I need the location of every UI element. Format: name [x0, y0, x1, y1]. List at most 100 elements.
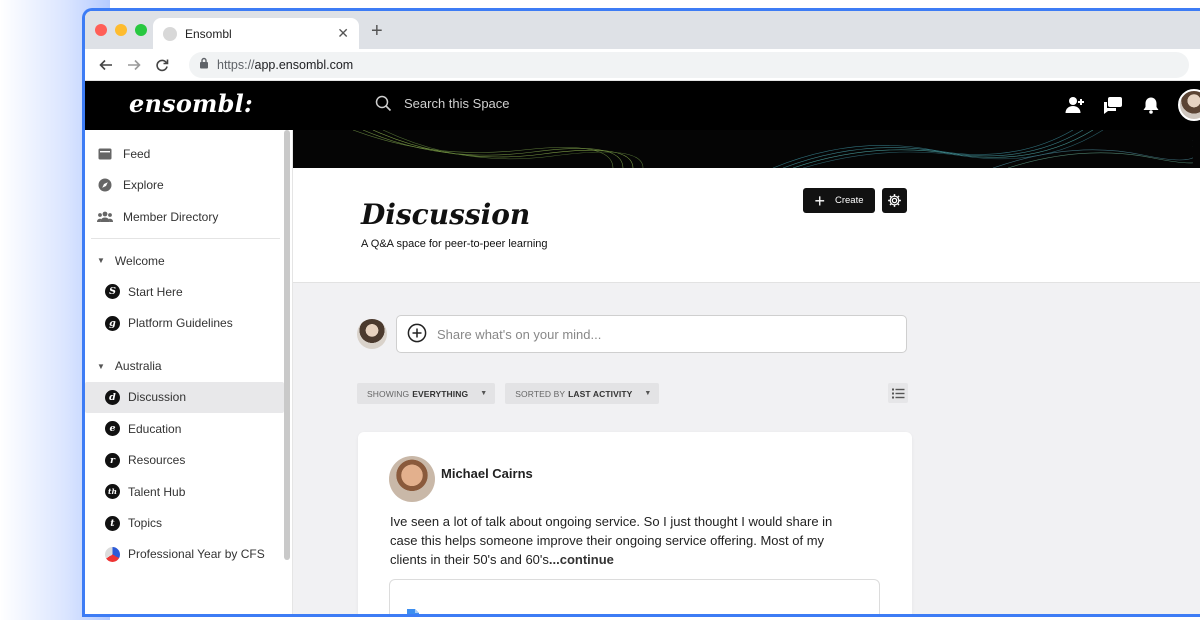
- showing-filter-dropdown[interactable]: SHOWING EVERYTHING ▼: [357, 383, 496, 404]
- file-icon: [406, 608, 420, 614]
- post-author-name[interactable]: Michael Cairns: [441, 466, 533, 481]
- add-user-icon[interactable]: [1064, 94, 1086, 116]
- space-badge-icon: d: [105, 389, 120, 405]
- sidebar-item-label: Member Directory: [123, 209, 219, 224]
- address-bar: https:// app.ensombl.com: [85, 49, 1200, 81]
- composer-input[interactable]: Share what's on your mind...: [396, 315, 907, 353]
- search-bar[interactable]: Search this Space: [375, 95, 510, 112]
- sidebar-section-australia[interactable]: ▼ Australia: [85, 351, 292, 382]
- sidebar-item-label: Talent Hub: [128, 484, 186, 499]
- close-window-button[interactable]: [95, 24, 107, 36]
- sidebar-item-start-here[interactable]: S Start Here: [85, 276, 292, 307]
- settings-button[interactable]: [882, 188, 907, 213]
- sidebar-item-education[interactable]: e Education: [85, 413, 292, 444]
- continue-link[interactable]: ...continue: [549, 552, 614, 567]
- sidebar-item-resources[interactable]: r Resources: [85, 445, 292, 476]
- notifications-bell-icon[interactable]: [1140, 94, 1162, 116]
- plus-icon: +: [814, 190, 825, 211]
- page-title: Discussion: [361, 198, 531, 231]
- post-body: Ive seen a lot of talk about ongoing ser…: [390, 512, 860, 569]
- url-host: app.ensombl.com: [254, 57, 354, 72]
- reload-icon[interactable]: [151, 54, 173, 76]
- compass-icon: [97, 177, 113, 193]
- favicon-icon: [163, 26, 177, 41]
- create-button[interactable]: + Create: [803, 188, 875, 213]
- members-icon: [97, 209, 113, 225]
- maximize-window-button[interactable]: [135, 24, 147, 36]
- new-tab-icon[interactable]: +: [371, 21, 383, 41]
- post-attachment[interactable]: [389, 579, 880, 614]
- sidebar-item-talent-hub[interactable]: th Talent Hub: [85, 476, 292, 507]
- space-badge-icon: e: [105, 421, 120, 437]
- minimize-window-button[interactable]: [115, 24, 127, 36]
- browser-tab[interactable]: Ensombl ✕: [153, 18, 359, 49]
- sort-dropdown[interactable]: SORTED BY LAST ACTIVITY ▼: [505, 383, 660, 404]
- post-card[interactable]: Michael Cairns Ive seen a lot of talk ab…: [358, 432, 912, 614]
- sidebar-item-label: Education: [128, 421, 182, 436]
- messages-icon[interactable]: [1102, 94, 1124, 116]
- tab-close-icon[interactable]: ✕: [337, 25, 349, 42]
- space-banner: [293, 130, 1200, 168]
- sidebar-item-platform-guidelines[interactable]: g Platform Guidelines: [85, 307, 292, 338]
- browser-window: Ensombl ✕ + https:// app.ensombl.com ens…: [82, 8, 1200, 617]
- sidebar-item-member-directory[interactable]: Member Directory: [85, 201, 292, 232]
- caret-down-icon: ▼: [97, 361, 105, 371]
- sidebar-item-professional-year[interactable]: Professional Year by CFS: [85, 539, 292, 570]
- sidebar-divider: [91, 238, 280, 239]
- add-circle-icon: [407, 323, 427, 346]
- user-avatar[interactable]: [1178, 89, 1200, 121]
- url-field[interactable]: https:// app.ensombl.com: [189, 51, 1189, 78]
- sidebar-item-label: Explore: [123, 178, 164, 192]
- filter-prefix: SHOWING: [367, 388, 410, 399]
- caret-down-icon: ▼: [644, 390, 652, 397]
- composer-placeholder: Share what's on your mind...: [437, 326, 602, 342]
- header-actions: [1064, 89, 1200, 121]
- tab-title: Ensombl: [185, 26, 232, 41]
- back-arrow-icon[interactable]: [95, 54, 117, 76]
- section-title: Welcome: [114, 253, 165, 268]
- search-placeholder: Search this Space: [404, 96, 510, 111]
- sidebar-item-label: Topics: [128, 516, 163, 531]
- sidebar: Feed Explore Member Directory ▼ Welcome: [85, 130, 293, 614]
- sidebar-item-label: Resources: [128, 453, 186, 468]
- space-badge-icon: t: [105, 515, 120, 531]
- caret-down-icon: ▼: [480, 390, 488, 397]
- sidebar-item-label: Feed: [123, 146, 151, 161]
- gear-icon: [888, 194, 901, 207]
- filter-value: LAST ACTIVITY: [568, 388, 633, 399]
- sidebar-scrollbar[interactable]: [284, 130, 290, 560]
- space-badge-icon: g: [105, 315, 120, 331]
- post-author-avatar[interactable]: [389, 456, 435, 502]
- section-title: Australia: [114, 359, 162, 374]
- filter-value: EVERYTHING: [412, 388, 469, 399]
- sidebar-item-explore[interactable]: Explore: [85, 170, 292, 201]
- page-subtitle: A Q&A space for peer-to-peer learning: [361, 238, 548, 250]
- sidebar-item-topics[interactable]: t Topics: [85, 507, 292, 538]
- filter-bar: SHOWING EVERYTHING ▼ SORTED BY LAST ACTI…: [357, 383, 660, 404]
- feed-icon: [97, 146, 113, 162]
- sidebar-item-label: Professional Year by CFS: [128, 547, 265, 562]
- sidebar-item-discussion[interactable]: d Discussion: [85, 381, 284, 414]
- cfs-logo-icon: [105, 546, 120, 562]
- main-content: Discussion A Q&A space for peer-to-peer …: [293, 130, 1200, 614]
- forward-arrow-icon[interactable]: [123, 54, 145, 76]
- sidebar-section-welcome[interactable]: ▼ Welcome: [85, 245, 292, 276]
- sidebar-item-label: Discussion: [128, 390, 187, 405]
- url-scheme: https://: [217, 57, 255, 72]
- create-label: Create: [835, 195, 864, 206]
- filter-prefix: SORTED BY: [515, 388, 566, 399]
- composer-avatar: [357, 319, 387, 349]
- caret-down-icon: ▼: [97, 256, 105, 265]
- sidebar-item-label: Start Here: [128, 284, 183, 299]
- list-view-icon: [891, 388, 904, 398]
- search-icon: [375, 95, 392, 112]
- sidebar-item-label: Platform Guidelines: [128, 316, 233, 331]
- lock-icon: [199, 57, 209, 72]
- app-header: ensombl: Search this Space: [85, 81, 1200, 130]
- space-header: Discussion A Q&A space for peer-to-peer …: [293, 168, 1200, 283]
- ensombl-logo[interactable]: ensombl:: [129, 89, 253, 118]
- tab-strip: Ensombl ✕ +: [85, 11, 1200, 49]
- list-view-toggle[interactable]: [888, 383, 908, 403]
- sidebar-item-feed[interactable]: Feed: [85, 138, 292, 169]
